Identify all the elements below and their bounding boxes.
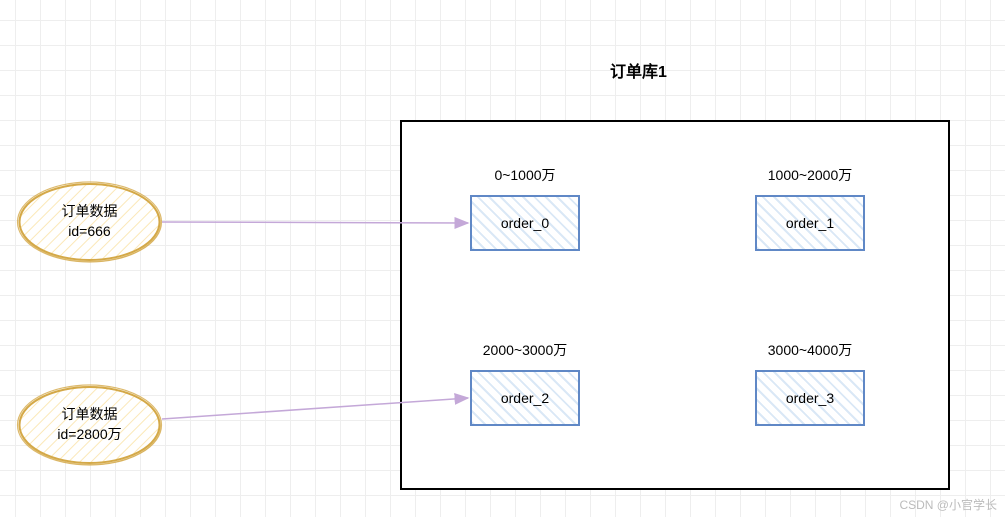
table-name-1: order_1 bbox=[786, 215, 834, 231]
table-group-2: 2000~3000万 order_2 bbox=[455, 340, 595, 426]
table-range-3: 3000~4000万 bbox=[740, 340, 880, 360]
table-range-1: 1000~2000万 bbox=[740, 165, 880, 185]
table-name-0: order_0 bbox=[501, 215, 549, 231]
data-node-2: 订单数据 id=2800万 bbox=[17, 385, 162, 465]
table-name-3: order_3 bbox=[786, 390, 834, 406]
data-node-1: 订单数据 id=666 bbox=[17, 182, 162, 262]
table-range-0: 0~1000万 bbox=[455, 165, 595, 185]
table-group-3: 3000~4000万 order_3 bbox=[740, 340, 880, 426]
data-node-2-sub: id=2800万 bbox=[57, 425, 121, 445]
database-title: 订单库1 bbox=[610, 58, 667, 82]
table-box-2: order_2 bbox=[470, 370, 580, 426]
table-group-0: 0~1000万 order_0 bbox=[455, 165, 595, 251]
table-box-3: order_3 bbox=[755, 370, 865, 426]
data-node-1-sub: id=666 bbox=[68, 222, 110, 242]
table-name-2: order_2 bbox=[501, 390, 549, 406]
table-box-0: order_0 bbox=[470, 195, 580, 251]
watermark: CSDN @小官学长 bbox=[899, 496, 997, 513]
data-node-1-label: 订单数据 bbox=[62, 202, 118, 222]
data-node-2-label: 订单数据 bbox=[62, 405, 118, 425]
table-box-1: order_1 bbox=[755, 195, 865, 251]
table-group-1: 1000~2000万 order_1 bbox=[740, 165, 880, 251]
table-range-2: 2000~3000万 bbox=[455, 340, 595, 360]
